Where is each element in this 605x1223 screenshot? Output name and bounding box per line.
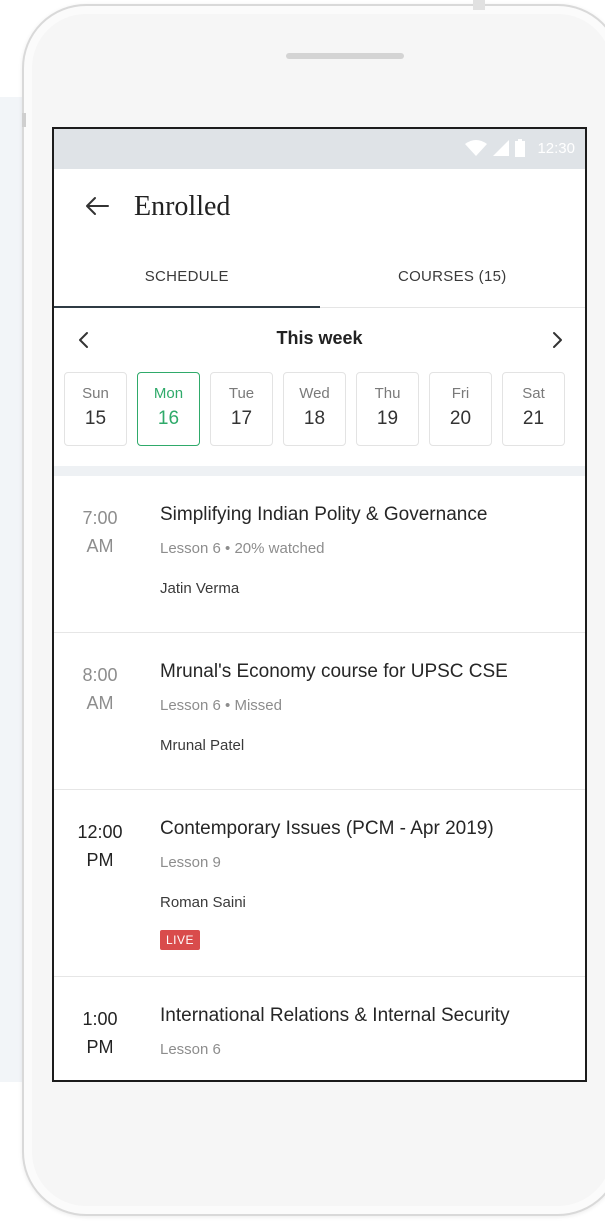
- session-time: 12:00 PM: [77, 822, 123, 870]
- day-date: 17: [230, 408, 253, 429]
- day-tue[interactable]: Tue 17: [210, 372, 273, 446]
- week-label: This week: [276, 328, 363, 348]
- status-time: 12:30: [537, 139, 575, 157]
- session-subtitle: Lesson 6 • 20% watched: [160, 540, 325, 557]
- day-name: Fri: [451, 385, 470, 402]
- day-name: Thu: [374, 385, 401, 402]
- day-date: 20: [449, 408, 472, 429]
- tab-courses[interactable]: COURSES (15): [320, 247, 586, 307]
- session-subtitle: Lesson 6 • Missed: [160, 697, 282, 714]
- session-item[interactable]: 7:00 AM Simplifying Indian Polity & Gover…: [54, 476, 585, 633]
- session-author: Mrunal Patel: [160, 737, 245, 754]
- tab-schedule[interactable]: SCHEDULE: [54, 247, 320, 308]
- day-name: Wed: [299, 385, 330, 402]
- session-list: 7:00 AM Simplifying Indian Polity & Gover…: [54, 476, 585, 1080]
- section-divider: [54, 466, 585, 476]
- wifi-icon: [465, 140, 488, 156]
- app-screen: 12:30 Enrolled SCHEDULE COURSES (15) Thi…: [52, 127, 587, 1082]
- day-sat[interactable]: Sat 21: [502, 372, 565, 446]
- day-date: 18: [303, 408, 326, 429]
- chevron-right-icon[interactable]: [547, 330, 567, 350]
- session-time: 1:00 PM: [82, 1009, 118, 1057]
- session-author: Jatin Verma: [160, 580, 240, 597]
- session-title: Simplifying Indian Polity & Governance: [160, 504, 488, 525]
- status-icons: 12:30: [465, 139, 575, 157]
- day-date: 21: [522, 408, 545, 429]
- battery-icon: [515, 139, 526, 157]
- session-item[interactable]: 12:00 PM Contemporary Issues (PCM - Apr 2…: [54, 790, 585, 977]
- session-title: Mrunal's Economy course for UPSC CSE: [160, 661, 508, 682]
- day-sun[interactable]: Sun 15: [64, 372, 127, 446]
- session-item[interactable]: 1:00 PM International Relations & Interna…: [54, 977, 585, 1080]
- session-title: Contemporary Issues (PCM - Apr 2019): [160, 818, 494, 839]
- session-title: International Relations & Internal Secur…: [160, 1005, 510, 1026]
- day-fri[interactable]: Fri 20: [429, 372, 492, 446]
- day-picker: Sun 15 Mon 16 Tue 17 Wed 18 Thu 19 Fri 20 Sat 2…: [54, 372, 585, 452]
- day-name: Tue: [228, 385, 255, 402]
- day-date: 16: [157, 408, 180, 429]
- day-wed[interactable]: Wed 18: [283, 372, 346, 446]
- day-name: Mon: [153, 385, 184, 402]
- status-bar: 12:30: [54, 129, 585, 169]
- back-arrow-icon[interactable]: [82, 191, 112, 221]
- day-date: 19: [376, 408, 399, 429]
- session-time: 8:00 AM: [82, 665, 118, 713]
- day-name: Sat: [522, 385, 545, 402]
- day-thu[interactable]: Thu 19: [356, 372, 419, 446]
- phone-speaker: [286, 53, 404, 59]
- session-subtitle: Lesson 6: [160, 1041, 221, 1058]
- phone-side-button: [22, 113, 26, 127]
- tab-bar: SCHEDULE COURSES (15): [54, 247, 585, 308]
- day-date: 15: [84, 408, 107, 429]
- signal-icon: [493, 140, 510, 156]
- live-badge: LIVE: [160, 930, 201, 950]
- session-time: 7:00 AM: [82, 508, 118, 556]
- page-title: Enrolled: [134, 191, 231, 222]
- app-bar: Enrolled: [54, 169, 585, 247]
- day-name: Sun: [82, 385, 109, 402]
- session-author: Roman Saini: [160, 894, 246, 911]
- session-subtitle: Lesson 9: [160, 854, 221, 871]
- session-item[interactable]: 8:00 AM Mrunal's Economy course for UPSC …: [54, 633, 585, 790]
- week-navigator: This week: [54, 308, 585, 372]
- phone-top-button: [473, 0, 485, 10]
- day-mon[interactable]: Mon 16: [137, 372, 200, 446]
